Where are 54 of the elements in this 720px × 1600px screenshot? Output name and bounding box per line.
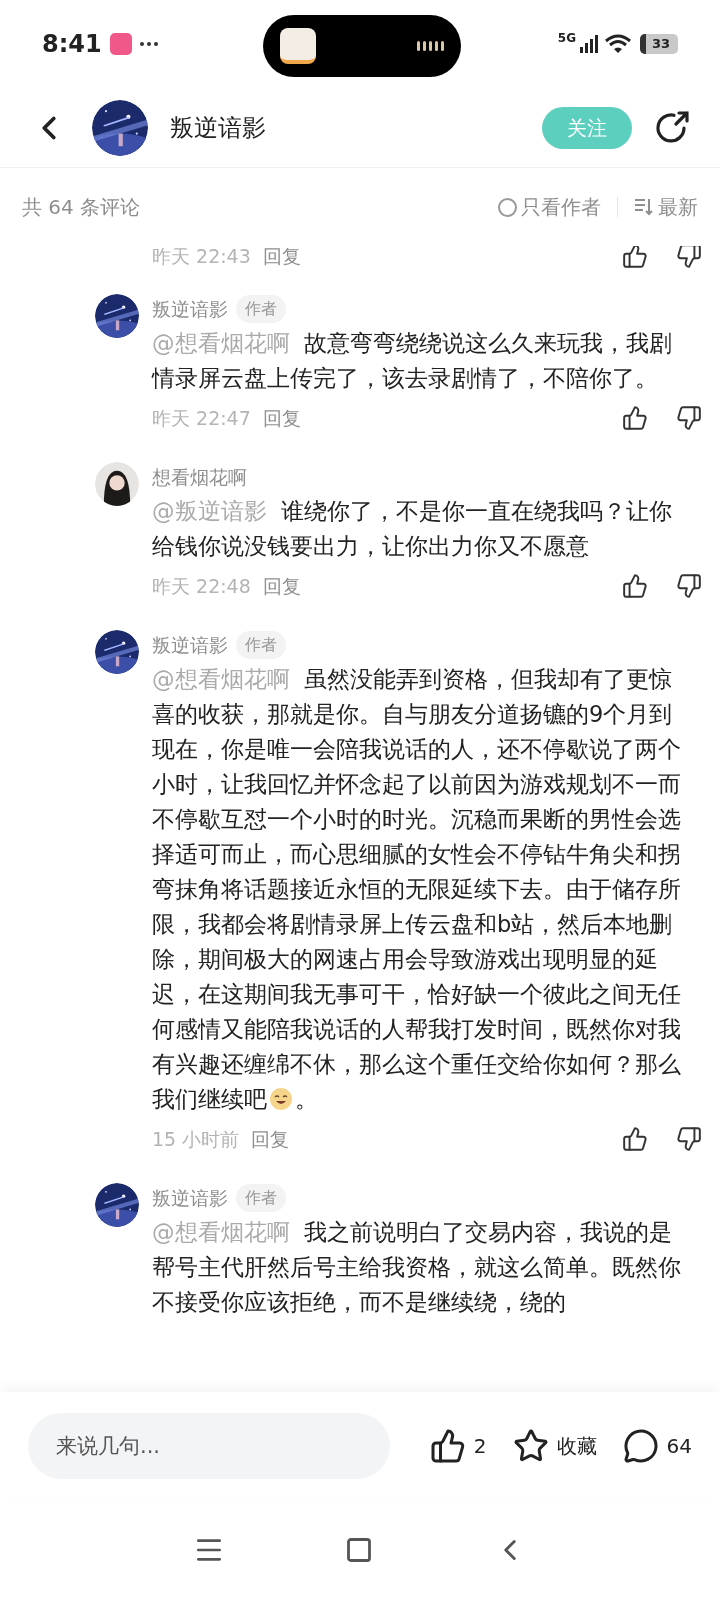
author-badge: 作者 [236, 631, 286, 659]
thumbs-down-icon[interactable] [676, 573, 702, 599]
header-title: 叛逆谙影 [170, 112, 266, 144]
mention-link[interactable]: @想看烟花啊 [152, 330, 290, 356]
comment-text: @叛逆谙影 谁绕你了，不是你一直在绕我吗？让你给钱你说没钱要出力，让你出力你又不愿意 [152, 497, 673, 561]
comment-time: 15 小时前 [152, 1126, 240, 1152]
comment-author: 叛逆谙影 [152, 632, 228, 658]
comment-time: 昨天 22:48 [152, 573, 251, 599]
comment-author: 想看烟花啊 [152, 464, 247, 490]
comment-text: @想看烟花啊 我之前说明白了交易内容，我说的是帮号主代肝然后号主给我资格，就这么简单。既然你不接受你应该拒绝，而不是继续绕，绕的 [152, 1218, 682, 1317]
signal-icon [580, 35, 600, 53]
network-label: 5G [557, 30, 576, 47]
favorite-label: 收藏 [556, 1433, 597, 1460]
home-icon[interactable] [345, 1536, 373, 1564]
app-notification-icon [109, 33, 132, 55]
author-only-toggle[interactable]: 只看作者 [498, 192, 601, 222]
comment-author: 叛逆谙影 [152, 1185, 228, 1211]
comment-count-label: 64 [666, 1433, 692, 1460]
sort-button[interactable]: 最新 [634, 192, 698, 222]
thumbs-up-icon[interactable] [622, 1126, 648, 1152]
author-badge: 作者 [236, 1184, 286, 1212]
reply-link[interactable]: 回复 [262, 246, 301, 271]
mention-link[interactable]: @想看烟花啊 [152, 1219, 290, 1245]
comment-author: 叛逆谙影 [152, 296, 228, 322]
follow-button[interactable]: 关注 [542, 106, 632, 149]
mention-link[interactable]: @叛逆谙影 [152, 498, 267, 524]
author-badge: 作者 [236, 295, 286, 323]
thumbs-up-icon[interactable] [622, 405, 648, 431]
mention-link[interactable]: @想看烟花啊 [152, 666, 290, 692]
thumbs-up-icon[interactable] [622, 573, 648, 599]
sort-icon [634, 198, 654, 216]
favorite-icon[interactable] [512, 1428, 549, 1464]
more-icon [139, 42, 158, 46]
share-icon[interactable] [654, 109, 690, 146]
like-count: 2 [473, 1433, 487, 1460]
thumbs-down-icon[interactable] [676, 405, 702, 431]
status-time: 8:41 [42, 29, 102, 60]
thumbs-up-icon[interactable] [622, 246, 648, 269]
comment-input[interactable]: 来说几句... [28, 1413, 390, 1479]
comment-time: 昨天 22:43 [152, 246, 251, 269]
comment-time: 昨天 22:47 [152, 405, 251, 431]
like-icon[interactable] [429, 1428, 466, 1464]
reply-link[interactable]: 回复 [262, 403, 301, 433]
wifi-icon [604, 34, 632, 54]
comment-icon[interactable] [622, 1428, 659, 1464]
comment-count: 共 64 条评论 [22, 194, 141, 221]
comment-text: @想看烟花啊 虽然没能弄到资格，但我却有了更惊喜的收获，那就是你。自与朋友分道扬镳的9个月到现在，你是唯一会陪我说话的人，还不停歇说了两个小时，让我回忆并怀念起了以前因为游戏规划不一而不停歇互怼一个小时的时光。沉稳而果断的男性会选择适可而止，而心思细腻的女性会不停钻牛角尖和拐弯抹角将话题接近永恒的无限延续下去。由于储存所限，我都会将剧情录屏上传云盘和b站，然后本地删除，期间极大的网速占用会导致游戏出现明显的延迟，在这期间我无事可干，恰好缺一个彼此之间无任何感情又能陪我说话的人帮我打发时间，既然你对我有兴趣还缠绵不休，那么这个重任交给你如何？那么我们继续吧 。 [152, 665, 682, 1114]
battery-indicator: 33 [640, 34, 678, 54]
reply-link[interactable]: 回复 [262, 571, 301, 601]
thumbs-down-icon[interactable] [676, 1126, 702, 1152]
reply-link[interactable]: 回复 [251, 1124, 290, 1154]
comment-text: @想看烟花啊 故意弯弯绕绕说这么久来玩我，我剧情录屏云盘上传完了，该去录剧情了，不陪你了。 [152, 329, 673, 393]
avatar-icon [95, 462, 139, 506]
thumbs-down-icon[interactable] [676, 246, 702, 269]
